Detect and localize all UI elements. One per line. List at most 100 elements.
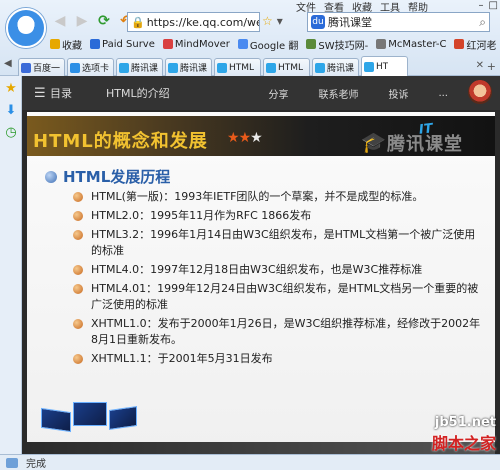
bullet-icon [45,170,57,183]
bookmark-label: SW技巧网- [318,40,369,52]
list-item-text: XHTML1.0：发布于2000年1月26日，是W3C组织推荐标准，经修改于20… [91,317,481,346]
section-heading: HTML发展历程 [45,166,170,187]
page-status-icon [6,457,18,468]
bookmark-item[interactable]: SW技巧网- [306,37,368,52]
complaint-link[interactable]: 投诉 [388,86,408,101]
chevron-down-icon[interactable]: ▾ [277,14,283,28]
share-link[interactable]: 分享 [268,86,288,101]
bookmark-item[interactable]: 收藏 [50,37,82,52]
browser-tab[interactable]: 选项卡 [67,58,114,76]
list-item: HTML2.0：1995年11月作为RFC 1866发布 [73,208,483,224]
tab-label: 百度一 [33,64,61,74]
bookmark-item[interactable]: McMaster-C [376,39,446,50]
star-icon: ★ [238,130,252,146]
browser-tab[interactable]: 腾讯课 [312,58,359,76]
address-actions: ☆ ▾ [262,14,283,28]
bullet-icon [73,211,83,221]
tab-favicon-icon [364,61,374,72]
bookmark-item[interactable]: Paid Surve [90,39,155,50]
graduation-cap-icon: 🎓 [361,130,386,154]
list-item: HTML(第一版)：1993年IETF团队的一个草案，并不是成型的标准。 [73,189,483,205]
minimize-icon[interactable]: – [479,0,484,11]
bookmark-icon [306,39,317,49]
star-icon: ★ [250,130,263,146]
slide-title: HTML的概念和发展 [33,131,208,152]
history-clock-icon[interactable]: ◷ [4,126,18,140]
window-controls: – □ [479,0,498,11]
bullet-icon [73,284,83,294]
bookmarks-bar: 收藏 Paid Surve MindMover Google 翻 SW技巧网- McMas… [50,36,500,52]
tab-label: 腾讯课 [131,64,159,74]
bookmark-item[interactable]: MindMover [162,39,230,50]
tencent-classroom-brand: 🎓 腾讯课堂 IT [357,121,489,155]
bullet-icon [73,319,83,329]
browser-tab[interactable]: 百度一 [18,58,65,76]
hamburger-menu-icon[interactable]: ☰ [34,86,48,101]
search-input[interactable]: 腾讯课堂 [328,14,372,30]
bookmark-label: 红河老 [466,40,497,52]
browser-tab[interactable]: 腾讯课 [116,58,163,76]
bullet-icon [73,192,83,202]
tab-favicon-icon [119,62,129,73]
bookmark-icon [454,39,465,49]
screen-shape [41,407,71,433]
avatar-face [18,20,34,34]
list-item-text: HTML4.01：1999年12月24日由W3C组织发布，是HTML文档另一个重… [91,282,479,311]
user-avatar[interactable] [468,80,492,104]
browser-tab[interactable]: HT [361,56,408,76]
tab-favicon-icon [217,62,227,73]
bullet-icon [73,265,83,275]
sidebar: ★ ⬇ ◷ [0,76,22,454]
more-link[interactable]: ... [438,88,448,99]
history-list: HTML(第一版)：1993年IETF团队的一个草案，并不是成型的标准。 HTML… [73,189,483,370]
rating-stars: ★★★ [227,130,263,146]
download-icon[interactable]: ⬇ [4,104,18,118]
tab-favicon-icon [168,62,178,73]
screen-shape [73,402,107,426]
maximize-icon[interactable]: □ [489,0,498,11]
list-item-text: HTML4.0：1997年12月18日由W3C组织发布，也是W3C推荐标准 [91,263,423,276]
browser-chrome: 文件 查看 收藏 工具 帮助 – □ ◀ ▶ ⟳ ↶ ▾ 🔒 https://k… [0,0,500,76]
list-item: XHTML1.1：于2001年5月31日发布 [73,351,483,367]
header-links: 分享 联系老师 投诉 ... [268,76,448,110]
forward-arrow-icon[interactable]: ▶ [74,13,90,29]
refresh-icon[interactable]: ⟳ [96,13,112,29]
list-item-text: XHTML1.1：于2001年5月31日发布 [91,352,273,365]
bullet-icon [73,354,83,364]
address-text[interactable]: https://ke.qq.com/webcc [147,16,259,29]
course-title: HTML的介绍 [106,87,170,100]
course-header: ☰ 目录 HTML的介绍 分享 联系老师 投诉 ... [22,76,500,110]
close-icon[interactable]: ✕ [476,60,484,71]
tab-label: 腾讯课 [327,64,355,74]
user-avatar[interactable] [6,8,46,48]
bookmark-icon [376,39,387,49]
slide-footer-bar [27,442,495,454]
contact-teacher-link[interactable]: 联系老师 [318,86,358,101]
tab-favicon-icon [266,62,276,73]
list-item-text: HTML2.0：1995年11月作为RFC 1866发布 [91,209,312,222]
new-tab-icon[interactable]: + [487,60,496,73]
search-box[interactable]: du 腾讯课堂 ⌕ [307,12,490,32]
bookmark-item[interactable]: Google 翻 [237,37,298,52]
back-arrow-icon[interactable]: ◀ [52,13,68,29]
browser-tab[interactable]: 腾讯课 [165,58,212,76]
browser-tab[interactable]: HTML [214,58,261,76]
bookmark-label: Paid Surve [102,38,155,50]
list-item: HTML4.0：1997年12月18日由W3C组织发布，也是W3C推荐标准 [73,262,483,278]
tab-label: HTML [278,62,304,73]
search-icon[interactable]: ⌕ [479,15,486,30]
address-bar[interactable]: 🔒 https://ke.qq.com/webcc [127,12,260,32]
bookmark-icon [90,39,100,49]
page-content: ☰ 目录 HTML的介绍 分享 联系老师 投诉 ... HTML的概念和发展 ★… [22,76,500,454]
status-bar: 完成 [0,454,500,470]
lock-icon: 🔒 [131,15,145,29]
star-icon [50,39,60,49]
favorite-star-icon[interactable]: ☆ [262,14,273,28]
bookmark-item[interactable]: 红河老 [454,37,496,52]
screen-shape [109,406,137,430]
list-item-text: HTML(第一版)：1993年IETF团队的一个草案，并不是成型的标准。 [91,190,424,203]
favorites-star-icon[interactable]: ★ [4,82,18,96]
browser-tab[interactable]: HTML [263,58,310,76]
catalog-button[interactable]: 目录 [50,85,72,101]
it-logo: IT [418,121,434,138]
